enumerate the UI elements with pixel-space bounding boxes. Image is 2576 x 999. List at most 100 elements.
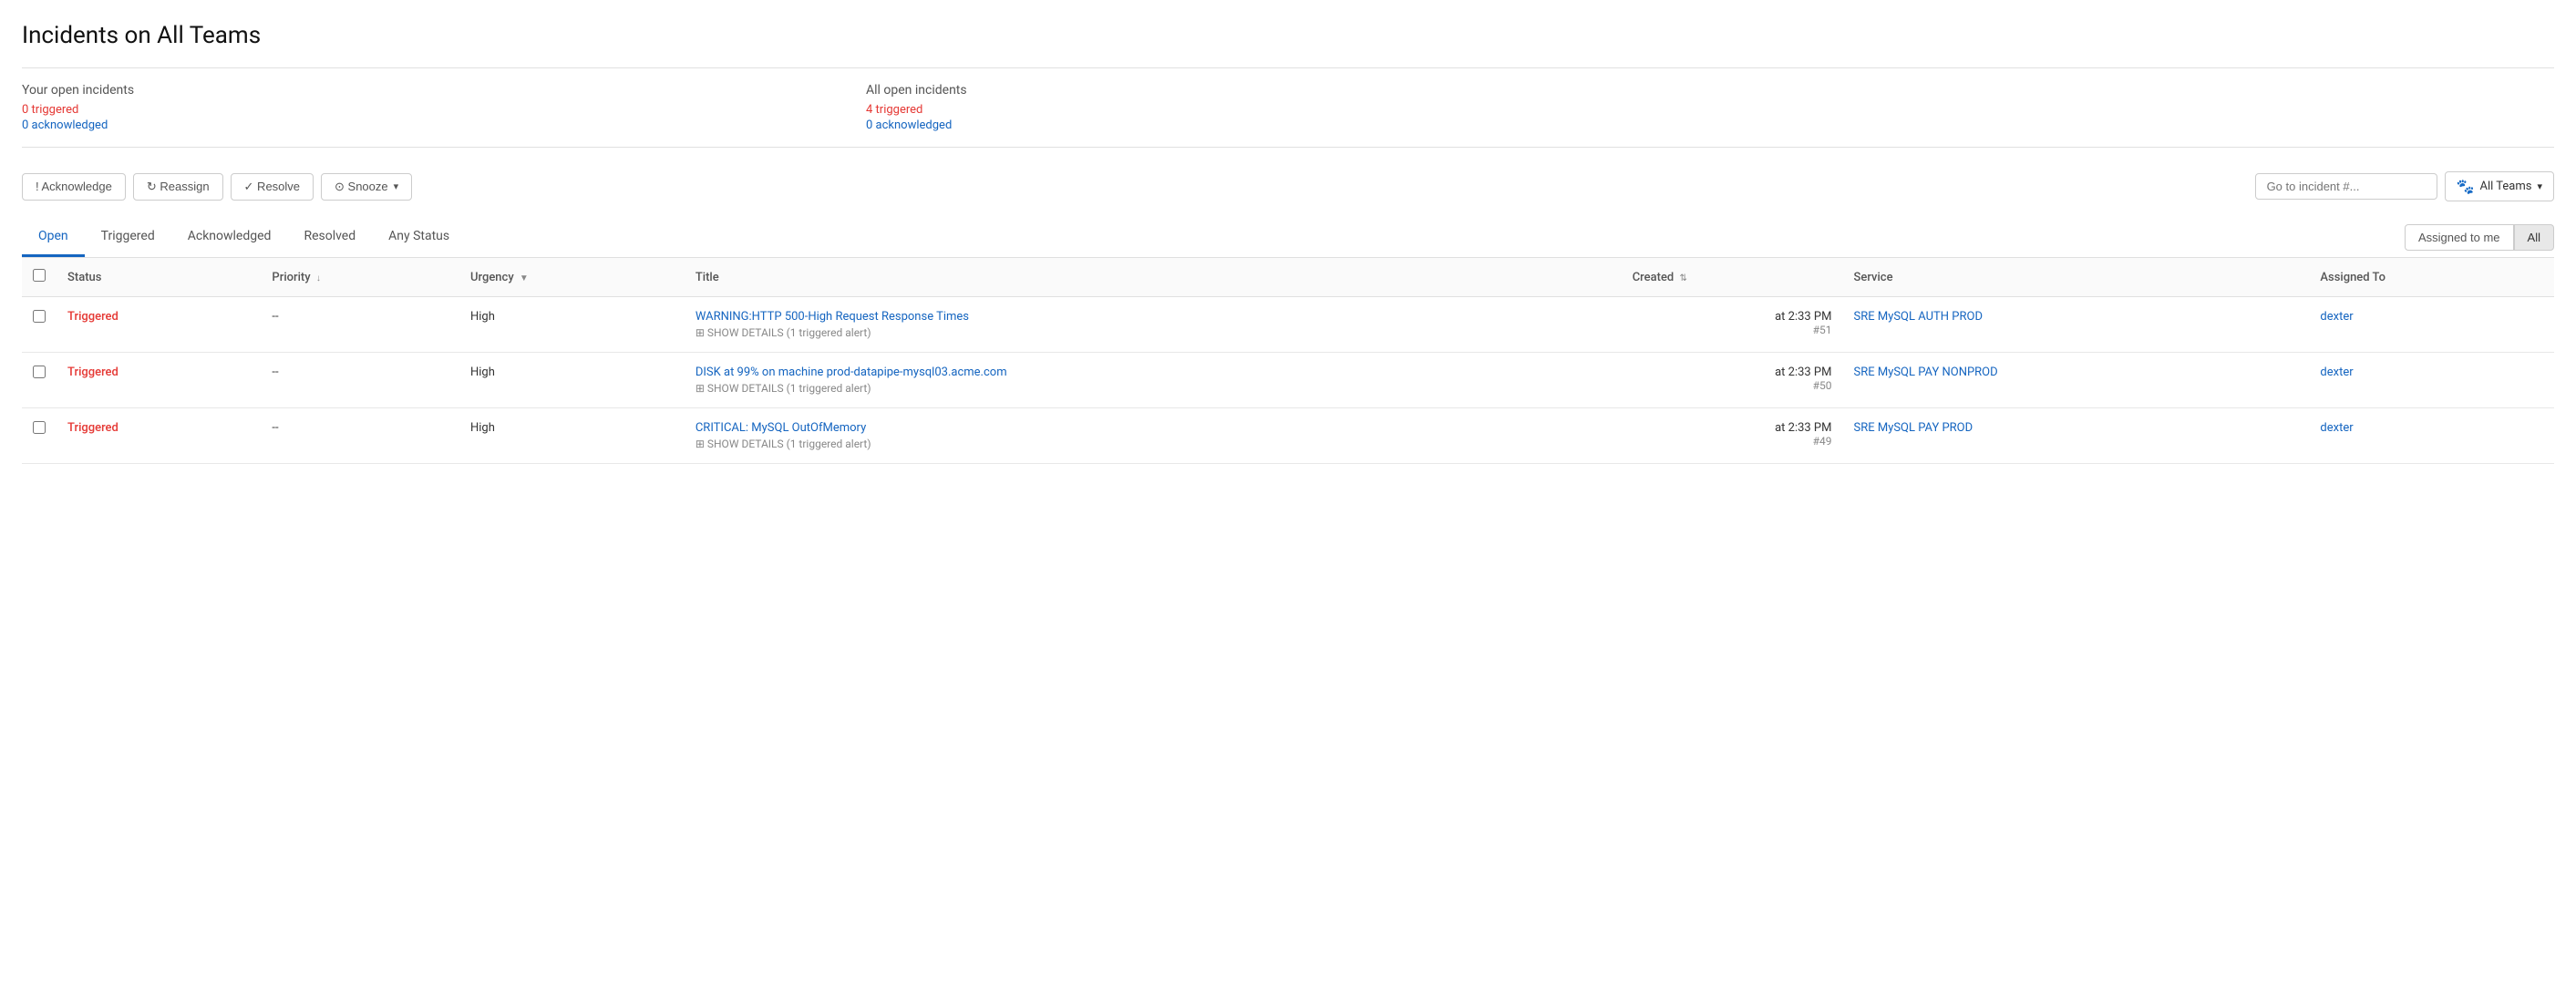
row-assigned-to: dexter (2309, 408, 2554, 464)
incident-number: #51 (1633, 324, 1832, 336)
acknowledge-button[interactable]: ! Acknowledge (22, 173, 126, 201)
toolbar-actions: ! Acknowledge ↻ Reassign ✓ Resolve ⊙ Sno… (22, 173, 412, 201)
service-link[interactable]: SRE MySQL PAY NONPROD (1854, 366, 1998, 379)
row-service: SRE MySQL AUTH PROD (1843, 297, 2310, 353)
row-title: CRITICAL: MySQL OutOfMemory ⊞ SHOW DETAI… (685, 408, 1622, 464)
row-assigned-to: dexter (2309, 353, 2554, 408)
row-checkbox-cell (22, 297, 57, 353)
service-link[interactable]: SRE MySQL AUTH PROD (1854, 310, 1983, 324)
all-open-incidents-label: All open incidents (866, 83, 2554, 98)
your-acknowledged-link[interactable]: 0 acknowledged (22, 118, 866, 132)
incident-number: #50 (1633, 379, 1832, 392)
created-time: at 2:33 PM (1633, 421, 1832, 435)
row-checkbox[interactable] (33, 310, 46, 323)
show-details[interactable]: ⊞ SHOW DETAILS (1 triggered alert) (696, 326, 1611, 339)
page-title: Incidents on All Teams (22, 22, 2554, 49)
row-service: SRE MySQL PAY PROD (1843, 408, 2310, 464)
created-time: at 2:33 PM (1633, 366, 1832, 379)
all-button[interactable]: All (2514, 224, 2554, 251)
incidents-table: Status Priority ↓ Urgency ▼ Title Create… (22, 258, 2554, 464)
assigned-link[interactable]: dexter (2320, 421, 2353, 435)
row-title: DISK at 99% on machine prod-datapipe-mys… (685, 353, 1622, 408)
col-checkbox (22, 258, 57, 297)
resolve-button[interactable]: ✓ Resolve (231, 173, 314, 201)
select-all-checkbox[interactable] (33, 269, 46, 282)
row-checkbox[interactable] (33, 421, 46, 434)
col-title: Title (685, 258, 1622, 297)
row-checkbox[interactable] (33, 366, 46, 378)
all-triggered-link[interactable]: 4 triggered (866, 103, 2554, 117)
row-title: WARNING:HTTP 500-High Request Response T… (685, 297, 1622, 353)
main-page: Incidents on All Teams Your open inciden… (0, 0, 2576, 999)
assigned-to-me-button[interactable]: Assigned to me (2405, 224, 2514, 251)
tab-resolved[interactable]: Resolved (287, 218, 372, 257)
your-open-incidents-label: Your open incidents (22, 83, 866, 98)
open-incidents-bar: Your open incidents 0 triggered 0 acknow… (22, 67, 2554, 148)
all-open-incidents: All open incidents 4 triggered 0 acknowl… (866, 83, 2554, 132)
incident-title-link[interactable]: DISK at 99% on machine prod-datapipe-mys… (696, 366, 1007, 379)
col-status: Status (57, 258, 261, 297)
snooze-button[interactable]: ⊙ Snooze ▾ (321, 173, 412, 201)
row-checkbox-cell (22, 353, 57, 408)
row-created: at 2:33 PM #51 (1622, 297, 1843, 353)
incident-title-link[interactable]: WARNING:HTTP 500-High Request Response T… (696, 310, 969, 324)
tabs-right: Assigned to me All (2405, 224, 2554, 251)
created-time: at 2:33 PM (1633, 310, 1832, 324)
incident-number: #49 (1633, 435, 1832, 448)
teams-label: All Teams (2479, 180, 2531, 193)
row-priority: -- (261, 353, 459, 408)
created-sort-icon: ⇅ (1679, 273, 1686, 283)
show-details[interactable]: ⊞ SHOW DETAILS (1 triggered alert) (696, 438, 1611, 450)
row-urgency: High (459, 297, 685, 353)
table-row: Triggered -- High DISK at 99% on machine… (22, 353, 2554, 408)
col-urgency[interactable]: Urgency ▼ (459, 258, 685, 297)
row-urgency: High (459, 353, 685, 408)
toolbar: ! Acknowledge ↻ Reassign ✓ Resolve ⊙ Sno… (22, 162, 2554, 211)
incident-title-link[interactable]: CRITICAL: MySQL OutOfMemory (696, 421, 866, 435)
tabs-left: Open Triggered Acknowledged Resolved Any… (22, 218, 466, 257)
tab-triggered[interactable]: Triggered (85, 218, 171, 257)
snooze-chevron-icon: ▾ (394, 180, 399, 192)
tab-any-status[interactable]: Any Status (372, 218, 466, 257)
col-created[interactable]: Created ⇅ (1622, 258, 1843, 297)
snooze-label: ⊙ Snooze (335, 180, 388, 194)
tab-open[interactable]: Open (22, 218, 85, 257)
table-row: Triggered -- High WARNING:HTTP 500-High … (22, 297, 2554, 353)
row-checkbox-cell (22, 408, 57, 464)
tabs-bar: Open Triggered Acknowledged Resolved Any… (22, 218, 2554, 258)
col-service: Service (1843, 258, 2310, 297)
col-assigned-to: Assigned To (2309, 258, 2554, 297)
status-badge: Triggered (67, 421, 118, 435)
service-link[interactable]: SRE MySQL PAY PROD (1854, 421, 1973, 435)
row-status: Triggered (57, 297, 261, 353)
row-status: Triggered (57, 408, 261, 464)
urgency-filter-icon: ▼ (520, 273, 529, 283)
row-priority: -- (261, 297, 459, 353)
reassign-button[interactable]: ↻ Reassign (133, 173, 223, 201)
col-priority[interactable]: Priority ↓ (261, 258, 459, 297)
row-assigned-to: dexter (2309, 297, 2554, 353)
show-details[interactable]: ⊞ SHOW DETAILS (1 triggered alert) (696, 382, 1611, 395)
teams-dropdown[interactable]: 🐾 All Teams ▾ (2445, 171, 2554, 201)
row-status: Triggered (57, 353, 261, 408)
row-created: at 2:33 PM #49 (1622, 408, 1843, 464)
teams-icon: 🐾 (2457, 178, 2475, 195)
table-row: Triggered -- High CRITICAL: MySQL OutOfM… (22, 408, 2554, 464)
all-acknowledged-link[interactable]: 0 acknowledged (866, 118, 2554, 132)
teams-chevron-icon: ▾ (2537, 180, 2542, 192)
row-created: at 2:33 PM #50 (1622, 353, 1843, 408)
your-triggered-link[interactable]: 0 triggered (22, 103, 866, 117)
status-badge: Triggered (67, 366, 118, 379)
assigned-link[interactable]: dexter (2320, 310, 2353, 324)
row-urgency: High (459, 408, 685, 464)
row-priority: -- (261, 408, 459, 464)
priority-sort-icon: ↓ (316, 273, 321, 283)
assigned-link[interactable]: dexter (2320, 366, 2353, 379)
tab-acknowledged[interactable]: Acknowledged (171, 218, 288, 257)
status-badge: Triggered (67, 310, 118, 324)
incident-search-input[interactable] (2255, 173, 2437, 200)
your-open-incidents: Your open incidents 0 triggered 0 acknow… (22, 83, 866, 132)
toolbar-right: 🐾 All Teams ▾ (2255, 171, 2554, 201)
table-header-row: Status Priority ↓ Urgency ▼ Title Create… (22, 258, 2554, 297)
row-service: SRE MySQL PAY NONPROD (1843, 353, 2310, 408)
